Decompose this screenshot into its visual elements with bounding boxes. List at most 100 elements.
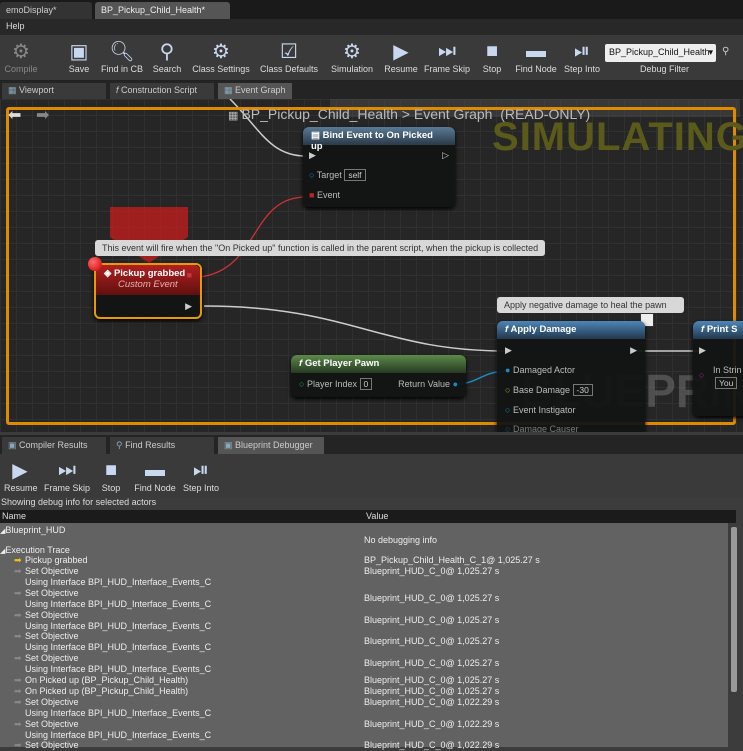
tab-construction-script[interactable]: f Construction Script bbox=[110, 83, 214, 99]
tab-event-graph[interactable]: ▦ Event Graph bbox=[218, 83, 292, 99]
breakpoint-arrow-icon bbox=[110, 207, 188, 237]
delegate-out-pin[interactable]: ■ bbox=[187, 270, 192, 280]
menu-help[interactable]: Help bbox=[6, 21, 25, 31]
compile-button[interactable]: ⚙ Compile bbox=[2, 38, 40, 75]
resume-button[interactable]: ▶ Resume bbox=[383, 38, 419, 75]
tree-row-execution-trace[interactable]: ◢Execution Trace bbox=[0, 545, 728, 555]
class-defaults-button[interactable]: ☑ Class Defaults bbox=[258, 38, 320, 75]
graph-icon: ▦ bbox=[224, 85, 236, 95]
exec-in-pin[interactable]: ▶ bbox=[309, 150, 316, 161]
tab-viewport[interactable]: ▦ Viewport bbox=[2, 83, 106, 99]
search-icon[interactable]: ⚲ bbox=[722, 46, 729, 57]
forward-arrow-icon[interactable]: ➡ bbox=[36, 105, 49, 125]
doc-tab-demo-display[interactable]: emoDisplay* bbox=[0, 2, 92, 19]
print-string-node[interactable]: f Print S ▶ In Strin ○ You bbox=[693, 321, 743, 416]
exec-out-pin[interactable]: ▶ bbox=[630, 345, 637, 356]
player-index-value[interactable]: 0 bbox=[359, 378, 373, 390]
editor-tabs: ▦ Viewport f Construction Script ▦ Event… bbox=[0, 81, 743, 99]
trace-arrow-icon: ➡ bbox=[14, 566, 22, 576]
doc-tab-bp-pickup[interactable]: BP_Pickup_Child_Health* bbox=[95, 2, 230, 19]
class-settings-button[interactable]: ⚙ Class Settings bbox=[190, 38, 252, 75]
node-header: ▤ Bind Event to On Picked up bbox=[303, 127, 455, 152]
base-damage-value[interactable]: -30 bbox=[572, 384, 593, 396]
in-string-pin[interactable]: In Strin bbox=[713, 365, 742, 375]
debugger-find-node-button[interactable]: ▬ Find Node bbox=[132, 457, 178, 494]
base-damage-pin[interactable]: ○ Base Damage -30 bbox=[505, 384, 593, 396]
debugger-step-into-button[interactable]: ⏯ Step Into bbox=[182, 457, 220, 494]
debug-filter-label: Debug Filter bbox=[640, 64, 690, 74]
trace-arrow-icon: ➡ bbox=[14, 697, 22, 707]
event-pin[interactable]: ■ Event bbox=[309, 190, 340, 200]
resume-icon: ▶ bbox=[12, 459, 28, 482]
debug-filter-dropdown[interactable]: BP_Pickup_Child_Health ▾ bbox=[605, 44, 716, 62]
trace-value: Blueprint_HUD_C_0@ 1,022.29 s bbox=[364, 697, 500, 707]
pin-label: Target bbox=[316, 170, 342, 180]
pickup-grabbed-event-node[interactable]: ◈ Pickup grabbed Custom Event ■ ▶ bbox=[94, 263, 202, 319]
stop-icon: ■ bbox=[485, 39, 499, 62]
trace-interface: Using Interface BPI_HUD_Interface_Events… bbox=[25, 621, 212, 631]
label: Frame Skip bbox=[423, 64, 470, 74]
exec-out-pin[interactable]: ▶ bbox=[185, 301, 192, 312]
target-pin[interactable]: ○ Target self bbox=[309, 169, 366, 181]
damage-causer-pin[interactable]: ○ Damage Causer bbox=[505, 424, 578, 432]
get-player-pawn-node[interactable]: f Get Player Pawn ○ Player Index 0 Retur… bbox=[291, 355, 466, 397]
breadcrumb-separator: > bbox=[401, 106, 410, 122]
step-into-icon: ⏯ bbox=[193, 458, 209, 481]
debug-tree-scrollbar[interactable] bbox=[731, 527, 737, 692]
tab-label: Find Results bbox=[125, 440, 176, 450]
row-name: Execution Trace bbox=[5, 545, 70, 555]
label: Search bbox=[152, 64, 182, 74]
label: Step Into bbox=[563, 64, 601, 74]
tree-row-blueprint-hud[interactable]: ◢Blueprint_HUD bbox=[0, 525, 728, 535]
trace-name: Set Objective bbox=[25, 588, 79, 598]
breadcrumb-graph[interactable]: Event Graph bbox=[414, 106, 493, 122]
document-tabs: emoDisplay* BP_Pickup_Child_Health* bbox=[0, 0, 743, 19]
exec-out-pin[interactable]: ▷ bbox=[442, 150, 449, 161]
find-in-cb-button[interactable]: 🔍︎ Find in CB bbox=[98, 38, 146, 75]
breakpoint-icon[interactable] bbox=[88, 257, 102, 271]
trace-value: Blueprint_HUD_C_0@ 1,022.29 s bbox=[364, 719, 500, 729]
trace-interface: Using Interface BPI_HUD_Interface_Events… bbox=[25, 664, 212, 674]
exec-in-pin[interactable]: ▶ bbox=[699, 345, 706, 356]
exec-in-pin[interactable]: ▶ bbox=[505, 345, 512, 356]
debugger-resume-button[interactable]: ▶ Resume bbox=[4, 457, 38, 494]
breadcrumb-blueprint[interactable]: BP_Pickup_Child_Health bbox=[241, 106, 397, 122]
save-button[interactable]: ▣ Save bbox=[64, 38, 94, 75]
tab-blueprint-debugger[interactable]: ▣ Blueprint Debugger bbox=[218, 437, 324, 454]
target-value[interactable]: self bbox=[344, 169, 366, 181]
event-comment-bubble[interactable]: This event will fire when the "On Picked… bbox=[95, 240, 546, 256]
trace-value: Blueprint_HUD_C_0@ 1,025.27 s bbox=[364, 686, 500, 696]
find-node-button[interactable]: ▬ Find Node bbox=[512, 38, 560, 75]
tab-label: emoDisplay* bbox=[6, 5, 57, 15]
tab-find-results[interactable]: ⚲ Find Results bbox=[110, 437, 214, 454]
simulating-watermark: SIMULATING bbox=[492, 115, 743, 159]
debugger-stop-button[interactable]: ■ Stop bbox=[98, 457, 124, 494]
search-button[interactable]: ⚲ Search bbox=[150, 38, 184, 75]
event-graph-canvas[interactable]: ⬅ ➡ ▦ BP_Pickup_Child_Health > Event Gra… bbox=[0, 99, 743, 432]
pin-label: Base Damage bbox=[512, 385, 570, 395]
frame-skip-button[interactable]: ⏭ Frame Skip bbox=[423, 38, 471, 75]
in-string-value[interactable]: You bbox=[715, 377, 738, 389]
back-arrow-icon[interactable]: ⬅ bbox=[8, 105, 21, 125]
damaged-actor-pin[interactable]: ● Damaged Actor bbox=[505, 365, 575, 375]
damage-comment-bubble[interactable]: Apply negative damage to heal the pawn bbox=[497, 297, 684, 313]
event-instigator-pin[interactable]: ○ Event Instigator bbox=[505, 405, 576, 415]
return-value-pin[interactable]: Return Value ● bbox=[398, 379, 458, 389]
tab-compiler-results[interactable]: ▣ Compiler Results bbox=[2, 437, 106, 454]
stop-button[interactable]: ■ Stop bbox=[478, 38, 506, 75]
tab-label: Compiler Results bbox=[19, 440, 88, 450]
apply-damage-node[interactable]: f Apply Damage ▶ ▶ ● Damaged Actor ○ Bas… bbox=[497, 321, 645, 432]
label: Find in CB bbox=[100, 64, 144, 74]
simulation-button[interactable]: ⚙ Simulation bbox=[328, 38, 376, 75]
step-into-button[interactable]: ⏯ Step Into bbox=[562, 38, 602, 75]
column-value[interactable]: Value bbox=[366, 511, 388, 521]
stop-icon: ■ bbox=[104, 458, 118, 481]
trace-value: BP_Pickup_Child_Health_C_1@ 1,025.27 s bbox=[364, 555, 540, 565]
debugger-frame-skip-button[interactable]: ⏭ Frame Skip bbox=[44, 457, 90, 494]
trace-arrow-icon: ➡ bbox=[14, 653, 22, 663]
table-header: Name Value bbox=[0, 510, 736, 523]
column-name[interactable]: Name bbox=[2, 511, 26, 521]
player-index-pin[interactable]: ○ Player Index 0 bbox=[299, 378, 373, 390]
label: Step Into bbox=[182, 483, 220, 493]
bind-event-node[interactable]: ▤ Bind Event to On Picked up ▶ ▷ ○ Targe… bbox=[303, 127, 455, 207]
